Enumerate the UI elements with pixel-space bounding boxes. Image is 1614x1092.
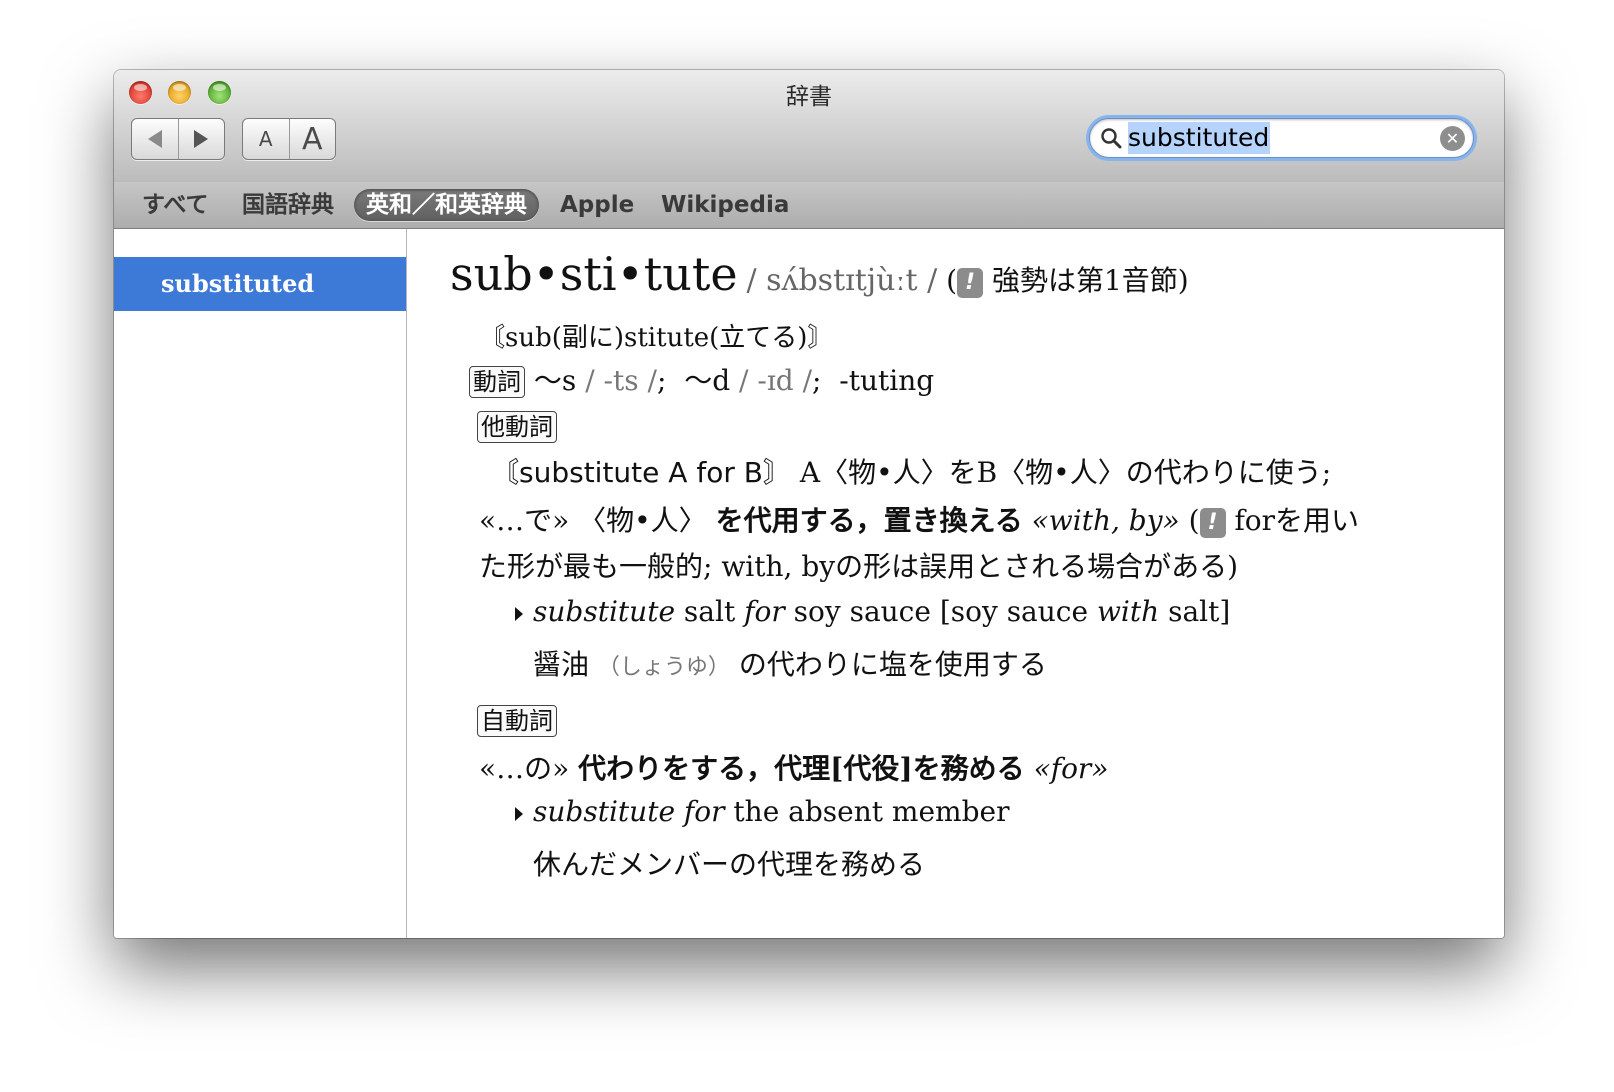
large-a-label: A [301,121,323,157]
example-word: substitute [533,595,676,628]
separator-2: ; [812,364,822,397]
titlebar: 辞書 A A substituted ✕ [114,70,1504,183]
headword-line: sub•sti•tute / sʌ́bstɪtjùːt / (! 強勢は第1音節… [450,247,1189,301]
example-word: salt] [1168,595,1231,628]
example-word: the absent member [733,795,1010,828]
separator-1: ; [656,364,667,397]
inflection-s: 〜s [533,364,577,397]
caution-icon: ! [1199,507,1226,538]
example-word: substitute for [533,795,725,828]
search-input[interactable]: substituted [1128,122,1271,154]
intransitive-def-pre: «…の» [479,752,570,785]
sidebar-item-substituted[interactable]: substituted [114,257,406,311]
entry-content: sub•sti•tute / sʌ́bstɪtjùːt / (! 強勢は第1音節… [407,229,1504,938]
pos-verb-badge: 動詞 [469,366,525,398]
pos-intransitive-badge: 自動詞 [477,705,557,737]
transitive-def-2-pre: «…で» 〈物•人〉 [479,504,707,537]
tab-english-japanese-dictionary[interactable]: 英和／和英辞典 [354,189,539,221]
inflection-s-pron: / -ts / [585,364,657,397]
font-size-segment: A A [242,118,336,160]
intransitive-example-en: substitute for the absent member [515,795,1009,828]
example-word: soy sauce [soy sauce [793,595,1089,628]
intransitive-def-line: «…の» 代わりをする，代理[代役]を務める «for» [479,747,1108,787]
decrease-font-button[interactable]: A [243,119,289,159]
example-word: for [744,595,785,628]
transitive-example-ja: 醤油 （しょうゆ） の代わりに塩を使用する [533,643,1047,683]
tab-wikipedia[interactable]: Wikipedia [649,189,801,221]
example-ja-rest: の代わりに塩を使用する [738,648,1047,681]
results-sidebar: substituted [114,229,407,938]
triangle-left-icon [147,130,162,148]
transitive-def-2-bold: を代用する，置き換える [715,504,1023,537]
intransitive-label-line: 自動詞 [477,703,557,737]
search-icon [1101,128,1122,149]
tab-all[interactable]: すべて [130,189,220,221]
inflection-d-pron: / -ɪd / [739,364,813,397]
transitive-def-line-2: «…で» 〈物•人〉 を代用する，置き換える «with, by» (! for… [479,499,1359,539]
transitive-pattern: 〘substitute A for B〙 [491,456,791,489]
headword-pronunciation: / sʌ́bstɪtjùːt / [746,263,938,298]
transitive-note-open-paren: ( [1188,504,1200,537]
search-field[interactable]: substituted ✕ [1089,118,1474,158]
window-title: 辞書 [786,84,832,110]
small-a-label: A [258,127,273,151]
intransitive-example-ja: 休んだメンバーの代理を務める [533,848,926,881]
intransitive-def-prep: «for» [1033,752,1109,785]
clear-search-icon[interactable]: ✕ [1440,126,1465,151]
tab-japanese-dictionary[interactable]: 国語辞典 [230,189,346,221]
etymology: 〘sub(副に)stitute(立てる)〙 [479,323,834,353]
transitive-def-2-note: forを用い [1234,504,1360,537]
stress-open-paren: ( [946,264,958,297]
transitive-def-line-3: た形が最も一般的; with, byの形は誤用とされる場合がある) [479,550,1239,583]
triangle-right-icon [194,130,209,148]
transitive-def-2-prep: «with, by» [1031,504,1180,537]
transitive-label-line: 他動詞 [477,409,557,443]
dictionary-window: 辞書 A A substituted ✕ すべて 国語辞典 英和／和英辞典 Ap… [114,70,1504,938]
navigation-segment [131,118,225,160]
caution-icon: ! [957,267,984,298]
example-bullet-icon [515,606,523,621]
increase-font-button[interactable]: A [288,119,336,159]
headword: sub•sti•tute [450,247,738,301]
inflection-ing: -tuting [839,364,935,397]
back-button[interactable] [132,119,178,159]
inflection-line: 動詞 〜s / -ts /; 〜d / -ɪd /; -tuting [469,359,934,399]
example-word: with [1096,595,1160,628]
dictionary-tabbar: すべて 国語辞典 英和／和英辞典 Apple Wikipedia [114,182,1504,229]
forward-button[interactable] [177,119,225,159]
example-ja-ruby: （しょうゆ） [597,655,730,680]
intransitive-def-bold: 代わりをする，代理[代役]を務める [578,752,1025,785]
transitive-example-en: substitute salt for soy sauce [soy sauce… [515,595,1230,628]
pos-transitive-badge: 他動詞 [477,411,557,443]
transitive-def-line-1: 〘substitute A for B〙 A〈物•人〉をB〈物•人〉の代わりに使… [491,451,1331,491]
transitive-def-1: A〈物•人〉をB〈物•人〉の代わりに使う; [799,456,1332,489]
example-word: salt [683,595,736,628]
example-ja-word: 醤油 [533,648,590,681]
inflection-d: 〜d [684,364,731,397]
example-bullet-icon [515,806,523,821]
stress-note: 強勢は第1音節) [991,264,1189,297]
tab-apple[interactable]: Apple [548,189,646,221]
